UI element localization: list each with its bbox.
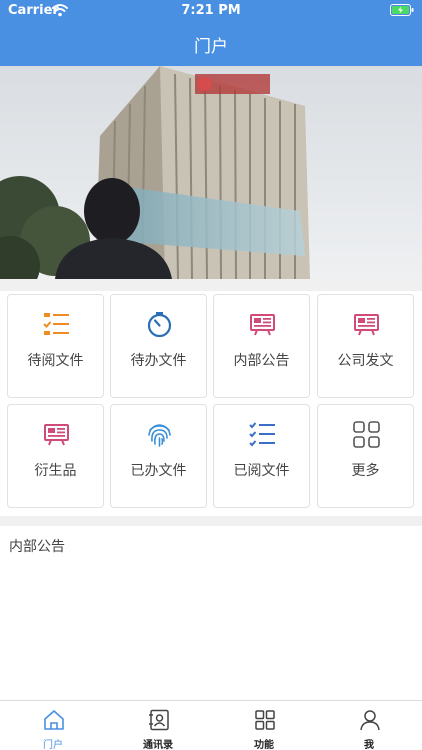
billboard-icon [250,314,275,336]
tab-functions[interactable]: 功能 [211,701,317,750]
tile-label: 公司发文 [337,353,394,369]
tab-contacts[interactable]: 通讯录 [105,701,211,750]
tab-portal[interactable]: 门户 [0,701,106,750]
billboard-icon [44,424,69,446]
contacts-icon [149,709,169,731]
tile-more[interactable]: 更多 [317,404,414,508]
tile-derivatives[interactable]: 衍生品 [7,404,104,508]
checklist-icon [249,422,275,447]
status-bar: Carrier 7:21 PM [0,0,422,22]
top-header: Carrier 7:21 PM 门户 [0,0,422,66]
section-divider [0,516,422,526]
apps-icon [255,710,275,730]
grid-icon [353,421,380,448]
tab-bar: 门户 通讯录 功能 我 [0,700,422,750]
notice-section-title: 内部公告 [9,539,65,555]
tile-pending-read[interactable]: 待阅文件 [7,294,104,398]
tab-label: 门户 [43,740,63,750]
person-icon [360,710,380,731]
tab-label: 通讯录 [143,740,173,750]
tile-read-files[interactable]: 已阅文件 [213,404,310,508]
tab-me[interactable]: 我 [316,701,422,750]
function-grid: 待阅文件 待办文件 内部公告 公司发文 衍生品 已办文件 已阅文件 更多 [0,291,422,516]
tile-label: 已办文件 [130,463,187,479]
tile-internal-notice[interactable]: 内部公告 [213,294,310,398]
fingerprint-icon [148,424,171,447]
tile-label: 衍生品 [34,463,77,479]
tile-label: 已阅文件 [233,463,290,479]
home-icon [44,710,64,730]
todo-list-icon [43,313,69,335]
section-divider [0,279,422,291]
tab-label: 功能 [254,740,274,750]
tile-label: 更多 [351,463,380,479]
tile-done-files[interactable]: 已办文件 [110,404,207,508]
tile-pending-do[interactable]: 待办文件 [110,294,207,398]
clock: 7:21 PM [181,3,241,18]
timer-icon [147,312,172,338]
page-title: 门户 [194,37,228,57]
banner-image[interactable] [0,66,422,279]
billboard-icon [354,314,379,336]
tile-label: 内部公告 [233,353,290,369]
tile-company-document[interactable]: 公司发文 [317,294,414,398]
banner-photo [0,66,422,279]
tab-label: 我 [364,740,374,750]
tile-label: 待办文件 [130,353,187,369]
battery-icon [390,4,414,16]
tile-label: 待阅文件 [27,353,84,369]
